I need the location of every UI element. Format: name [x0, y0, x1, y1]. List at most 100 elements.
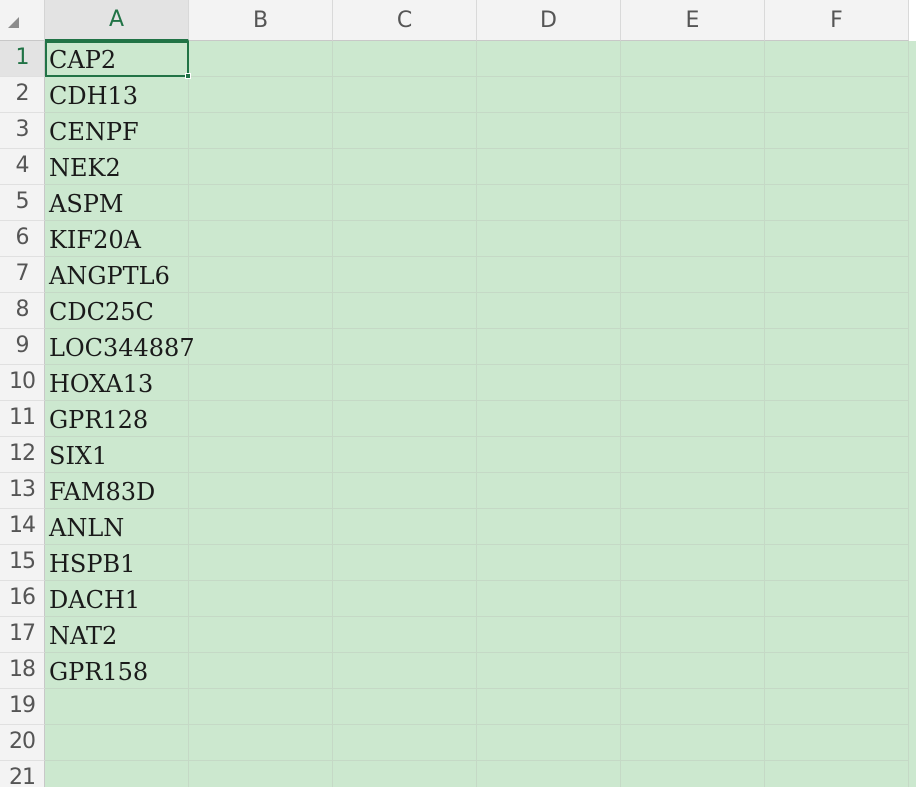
cell-c6[interactable]	[333, 221, 477, 257]
row-header-21[interactable]: 21	[0, 761, 45, 787]
cell-f6[interactable]	[765, 221, 909, 257]
cell-d9[interactable]	[477, 329, 621, 365]
cell-e19[interactable]	[621, 689, 765, 725]
cell-a17[interactable]: NAT2	[45, 617, 189, 653]
cell-b18[interactable]	[189, 653, 333, 689]
cell-e13[interactable]	[621, 473, 765, 509]
cell-a3[interactable]: CENPF	[45, 113, 189, 149]
row-header-14[interactable]: 14	[0, 509, 45, 545]
cell-c8[interactable]	[333, 293, 477, 329]
cell-a21[interactable]	[45, 761, 189, 787]
cell-e12[interactable]	[621, 437, 765, 473]
cell-f18[interactable]	[765, 653, 909, 689]
cell-e11[interactable]	[621, 401, 765, 437]
cell-d7[interactable]	[477, 257, 621, 293]
cell-f12[interactable]	[765, 437, 909, 473]
cell-e2[interactable]	[621, 77, 765, 113]
row-header-19[interactable]: 19	[0, 689, 45, 725]
row-header-6[interactable]: 6	[0, 221, 45, 257]
row-header-16[interactable]: 16	[0, 581, 45, 617]
cell-f7[interactable]	[765, 257, 909, 293]
cell-e7[interactable]	[621, 257, 765, 293]
cell-a1[interactable]: CAP2	[45, 41, 191, 79]
cell-d10[interactable]	[477, 365, 621, 401]
cell-f1[interactable]	[765, 41, 909, 77]
cell-e20[interactable]	[621, 725, 765, 761]
cell-c5[interactable]	[333, 185, 477, 221]
cell-b21[interactable]	[189, 761, 333, 787]
fill-handle[interactable]	[185, 73, 191, 79]
cell-a7[interactable]: ANGPTL6	[45, 257, 189, 293]
cell-e10[interactable]	[621, 365, 765, 401]
cell-f17[interactable]	[765, 617, 909, 653]
cell-b13[interactable]	[189, 473, 333, 509]
select-all-button[interactable]	[0, 0, 45, 41]
cell-a19[interactable]	[45, 689, 189, 725]
cell-d16[interactable]	[477, 581, 621, 617]
cell-c3[interactable]	[333, 113, 477, 149]
cell-a11[interactable]: GPR128	[45, 401, 189, 437]
cell-b17[interactable]	[189, 617, 333, 653]
cell-f16[interactable]	[765, 581, 909, 617]
cell-b15[interactable]	[189, 545, 333, 581]
cell-b10[interactable]	[189, 365, 333, 401]
cell-f8[interactable]	[765, 293, 909, 329]
cell-c18[interactable]	[333, 653, 477, 689]
cell-c13[interactable]	[333, 473, 477, 509]
row-header-13[interactable]: 13	[0, 473, 45, 509]
column-header-e[interactable]: E	[621, 0, 765, 41]
cell-c15[interactable]	[333, 545, 477, 581]
cell-c12[interactable]	[333, 437, 477, 473]
cell-c11[interactable]	[333, 401, 477, 437]
cell-a16[interactable]: DACH1	[45, 581, 189, 617]
cell-c16[interactable]	[333, 581, 477, 617]
cell-d6[interactable]	[477, 221, 621, 257]
cell-d13[interactable]	[477, 473, 621, 509]
cell-b19[interactable]	[189, 689, 333, 725]
cell-a5[interactable]: ASPM	[45, 185, 189, 221]
cell-b7[interactable]	[189, 257, 333, 293]
cell-a20[interactable]	[45, 725, 189, 761]
cell-d1[interactable]	[477, 41, 621, 77]
cell-e18[interactable]	[621, 653, 765, 689]
cell-f5[interactable]	[765, 185, 909, 221]
cell-c2[interactable]	[333, 77, 477, 113]
cell-d3[interactable]	[477, 113, 621, 149]
cell-e8[interactable]	[621, 293, 765, 329]
cell-e5[interactable]	[621, 185, 765, 221]
cell-d12[interactable]	[477, 437, 621, 473]
cell-e15[interactable]	[621, 545, 765, 581]
cell-f21[interactable]	[765, 761, 909, 787]
cell-d5[interactable]	[477, 185, 621, 221]
cell-a8[interactable]: CDC25C	[45, 293, 189, 329]
cell-d18[interactable]	[477, 653, 621, 689]
cell-b3[interactable]	[189, 113, 333, 149]
cell-b11[interactable]	[189, 401, 333, 437]
row-header-11[interactable]: 11	[0, 401, 45, 437]
column-header-a[interactable]: A	[45, 0, 189, 41]
column-header-c[interactable]: C	[333, 0, 477, 41]
row-header-4[interactable]: 4	[0, 149, 45, 185]
row-header-15[interactable]: 15	[0, 545, 45, 581]
cell-c4[interactable]	[333, 149, 477, 185]
row-header-17[interactable]: 17	[0, 617, 45, 653]
cell-f3[interactable]	[765, 113, 909, 149]
cell-e21[interactable]	[621, 761, 765, 787]
cell-c10[interactable]	[333, 365, 477, 401]
cell-a18[interactable]: GPR158	[45, 653, 189, 689]
cell-c20[interactable]	[333, 725, 477, 761]
cell-f19[interactable]	[765, 689, 909, 725]
cell-c14[interactable]	[333, 509, 477, 545]
cell-e6[interactable]	[621, 221, 765, 257]
cell-e16[interactable]	[621, 581, 765, 617]
cell-f11[interactable]	[765, 401, 909, 437]
cell-f10[interactable]	[765, 365, 909, 401]
cell-d8[interactable]	[477, 293, 621, 329]
cell-f2[interactable]	[765, 77, 909, 113]
column-header-b[interactable]: B	[189, 0, 333, 41]
cell-d14[interactable]	[477, 509, 621, 545]
row-header-10[interactable]: 10	[0, 365, 45, 401]
cell-d20[interactable]	[477, 725, 621, 761]
cell-d15[interactable]	[477, 545, 621, 581]
cell-b12[interactable]	[189, 437, 333, 473]
